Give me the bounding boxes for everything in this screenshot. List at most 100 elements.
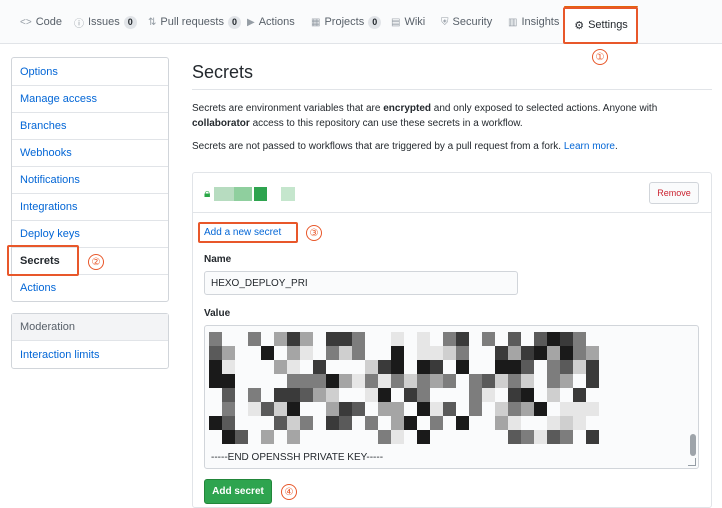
code-icon: <> — [20, 16, 32, 28]
redaction-pixel — [339, 402, 352, 416]
redaction-pixel — [222, 388, 235, 402]
sidebar-item-actions[interactable]: Actions — [12, 274, 168, 301]
secret-value-textarea[interactable]: -----END OPENSSH PRIVATE KEY----- — [204, 325, 699, 469]
sidebar-item-branches[interactable]: Branches — [12, 112, 168, 139]
redaction-pixel — [430, 360, 443, 374]
redaction-pixel — [378, 430, 391, 444]
issues-counter: 0 — [123, 15, 137, 29]
redaction-pixel — [326, 388, 339, 402]
redaction-pixel — [378, 374, 391, 388]
projects-counter: 0 — [368, 15, 382, 29]
pull-request-icon: ⇅ — [148, 16, 157, 28]
redaction-pixel — [248, 388, 261, 402]
redaction-pixel — [573, 360, 586, 374]
redaction-pixel — [586, 402, 599, 416]
redaction-pixel — [586, 374, 599, 388]
redaction-pixel — [274, 416, 287, 430]
remove-button[interactable]: Remove — [649, 182, 699, 204]
moderation-heading: Moderation — [12, 314, 168, 341]
redaction-pixel — [313, 374, 326, 388]
redaction-pixel — [365, 388, 378, 402]
annotation-marker-1: ① — [592, 49, 608, 65]
sidebar-item-deploy-keys[interactable]: Deploy keys — [12, 220, 168, 247]
tab-security[interactable]: ⛨ Security — [441, 10, 492, 34]
redaction-pixel — [313, 388, 326, 402]
redaction-pixel — [521, 388, 534, 402]
tab-projects-label: Projects — [324, 16, 365, 28]
tab-code[interactable]: <> Code — [20, 10, 62, 34]
project-icon: ▦ — [311, 16, 321, 28]
redaction-pixel — [417, 430, 430, 444]
tab-wiki[interactable]: ▤ Wiki — [391, 10, 425, 34]
tab-pull-requests-label: Pull requests — [160, 16, 224, 28]
redaction-pixel — [534, 332, 547, 346]
existing-secret-row: 🔒︎ Remove — [193, 173, 711, 213]
redaction-pixel — [248, 402, 261, 416]
sidebar-item-integrations[interactable]: Integrations — [12, 193, 168, 220]
redaction-pixel — [261, 402, 274, 416]
redaction-pixel — [209, 360, 222, 374]
redaction-pixel — [326, 416, 339, 430]
redaction-pixel — [521, 430, 534, 444]
redaction-pixel — [365, 416, 378, 430]
redaction-pixel — [482, 332, 495, 346]
redaction-pixel — [508, 416, 521, 430]
redaction-pixel — [508, 360, 521, 374]
sidebar-item-manage-access[interactable]: Manage access — [12, 85, 168, 112]
annotation-marker-4: ④ — [281, 484, 297, 500]
redaction-pixel — [404, 416, 417, 430]
tab-wiki-label: Wiki — [404, 16, 426, 28]
textarea-scrollbar[interactable] — [690, 434, 696, 456]
redaction-pixel — [573, 388, 586, 402]
secret-name-input[interactable]: HEXO_DEPLOY_PRI — [204, 271, 518, 295]
redaction-pixel — [391, 416, 404, 430]
desc-text: access to this repository can use these … — [249, 118, 523, 129]
desc-bold-collaborator: collaborator — [192, 118, 250, 129]
redaction-pixel — [508, 332, 521, 346]
tab-code-label: Code — [35, 16, 62, 28]
secret-name-value: HEXO_DEPLOY_PRI — [211, 277, 308, 289]
redaction-pixel — [547, 360, 560, 374]
tab-issues-label: Issues — [88, 16, 120, 28]
add-secret-button[interactable]: Add secret — [204, 479, 272, 504]
tab-projects[interactable]: ▦ Projects 0 — [311, 10, 382, 34]
tab-issues[interactable]: ⓘ Issues 0 — [74, 10, 137, 34]
redaction-pixel — [573, 332, 586, 346]
redaction-pixel — [300, 374, 313, 388]
resize-grip-icon[interactable] — [688, 458, 696, 466]
redaction-pixel — [534, 346, 547, 360]
learn-more-link[interactable]: Learn more — [564, 141, 615, 152]
redaction-pixel — [209, 346, 222, 360]
redacted-secret-name — [234, 187, 252, 201]
redaction-pixel — [547, 416, 560, 430]
sidebar-item-webhooks[interactable]: Webhooks — [12, 139, 168, 166]
secrets-description: Secrets are environment variables that a… — [192, 101, 712, 131]
lock-icon: 🔒︎ — [204, 186, 211, 200]
redaction-pixel — [430, 416, 443, 430]
redaction-pixel — [378, 388, 391, 402]
redacted-secret-name — [214, 187, 234, 201]
value-label: Value — [204, 308, 231, 319]
redaction-pixel — [222, 360, 235, 374]
tab-pull-requests[interactable]: ⇅ Pull requests 0 — [148, 10, 241, 34]
sidebar-item-options[interactable]: Options — [12, 58, 168, 85]
fork-notice: Secrets are not passed to workflows that… — [192, 139, 712, 154]
redaction-pixel — [586, 430, 599, 444]
redaction-pixel — [222, 374, 235, 388]
redaction-pixel — [326, 402, 339, 416]
redaction-pixel — [326, 332, 339, 346]
redaction-pixel — [560, 374, 573, 388]
redaction-pixel — [391, 346, 404, 360]
sidebar-item-notifications[interactable]: Notifications — [12, 166, 168, 193]
desc-text: Secrets are environment variables that a… — [192, 103, 384, 114]
sidebar-item-interaction-limits[interactable]: Interaction limits — [12, 341, 168, 368]
redaction-pixel — [560, 416, 573, 430]
redaction-pixel — [313, 360, 326, 374]
tab-actions[interactable]: ▶ Actions — [247, 10, 295, 34]
desc-text: and only exposed to selected actions. An… — [431, 103, 658, 114]
redaction-pixel — [274, 360, 287, 374]
redaction-pixel — [339, 332, 352, 346]
tab-insights[interactable]: ▥ Insights — [508, 10, 559, 34]
graph-icon: ▥ — [508, 16, 518, 28]
redaction-pixel — [300, 346, 313, 360]
